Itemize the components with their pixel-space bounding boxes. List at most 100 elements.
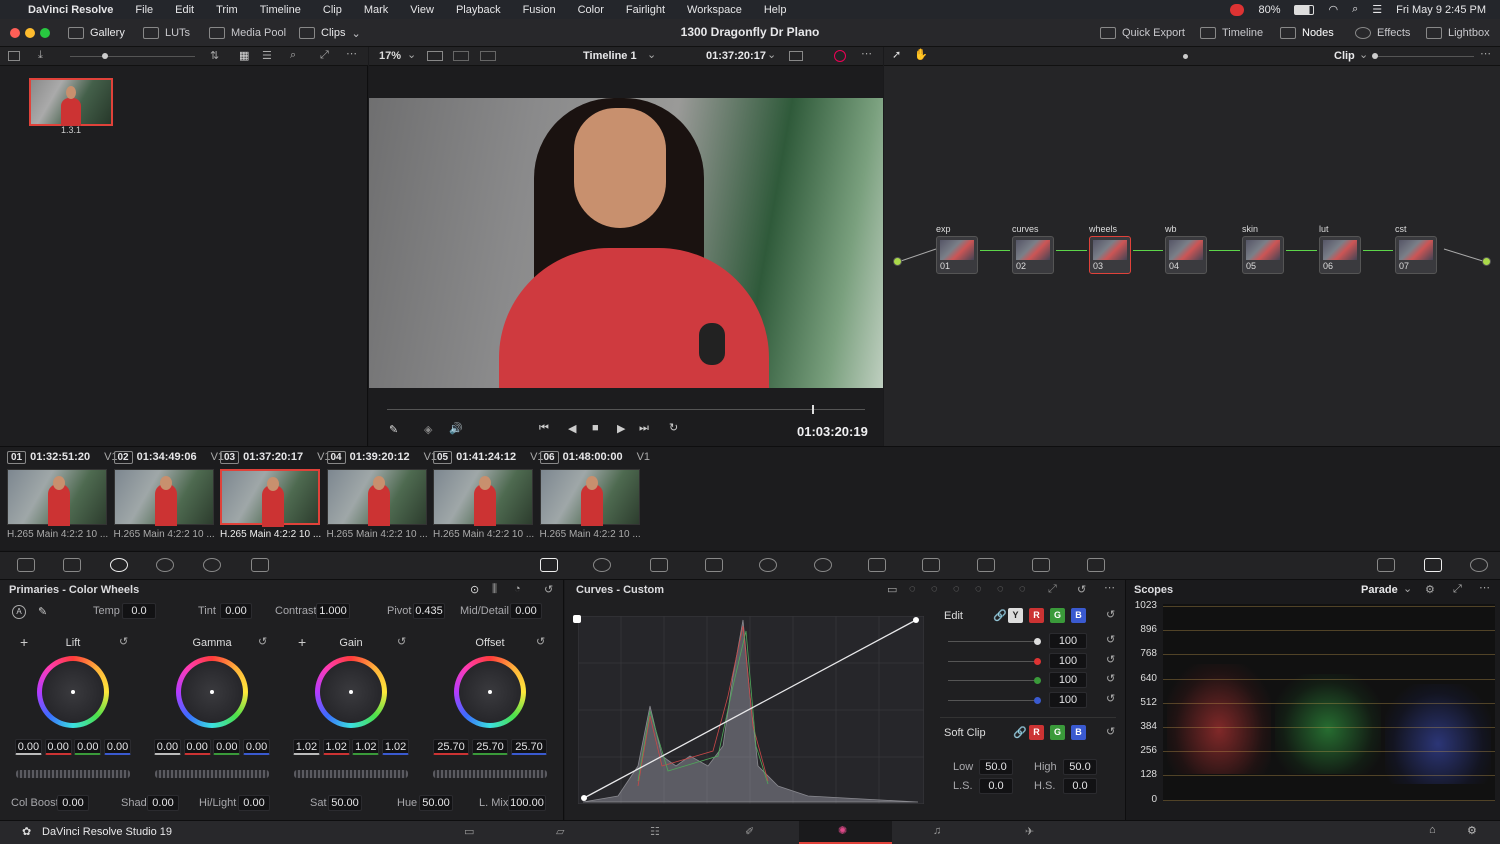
window-icon[interactable] (759, 558, 777, 572)
hue-vs-hue-icon[interactable]: ◌ (909, 583, 916, 595)
clip-thumbnail[interactable] (326, 469, 427, 526)
sizing-icon[interactable] (1032, 558, 1050, 572)
intensity-knob[interactable] (1034, 677, 1041, 684)
color-wheels-icon[interactable] (110, 558, 128, 572)
sidebar-toggle-icon[interactable] (8, 51, 20, 61)
menu-fusion[interactable]: Fusion (523, 4, 556, 16)
motion-effects-icon[interactable] (251, 558, 269, 572)
single-viewer-icon[interactable] (427, 51, 443, 61)
softclip-r-button[interactable]: R (1029, 725, 1044, 740)
fairlight-page-icon[interactable]: ♫ (933, 825, 941, 837)
play-icon[interactable]: ▶ (617, 422, 625, 435)
menu-trim[interactable]: Trim (216, 4, 238, 16)
viewer-timecode[interactable]: 01:37:20:17 (706, 50, 766, 62)
control-center-icon[interactable]: ☰ (1372, 3, 1382, 16)
b-channel-button[interactable]: B (1071, 608, 1086, 623)
color-node[interactable]: 01 (936, 236, 978, 274)
intensity-field[interactable]: 100 (1049, 691, 1087, 708)
curve-tool-icon[interactable]: ▭ (887, 583, 897, 596)
scope-settings-icon[interactable]: ⚙ (1425, 583, 1435, 596)
more-options-icon[interactable]: ⋯ (861, 47, 872, 60)
menu-color[interactable]: Color (578, 4, 604, 16)
contrast-field[interactable]: 1.000 (316, 603, 350, 619)
creative-cloud-icon[interactable] (1230, 3, 1245, 16)
master-wheel-jog[interactable] (433, 770, 547, 778)
master-wheel-jog[interactable] (155, 770, 269, 778)
menu-help[interactable]: Help (764, 4, 787, 16)
thumbnail-size-slider[interactable] (70, 56, 195, 57)
pointer-tool-icon[interactable]: ➚ (892, 48, 901, 61)
color-match-icon[interactable] (63, 558, 81, 572)
timeline-name-dropdown[interactable]: Timeline 1 (583, 50, 637, 62)
wheel-value-field[interactable]: 0.00 (183, 739, 211, 755)
y-channel-button[interactable]: Y (1008, 608, 1023, 623)
list-view-icon[interactable]: ☰ (262, 49, 272, 62)
color-wheel[interactable] (315, 656, 387, 728)
cut-page-icon[interactable]: ▱ (556, 825, 564, 838)
color-node[interactable]: 02 (1012, 236, 1054, 274)
wheel-value-field[interactable]: 0.00 (74, 739, 102, 755)
eyedropper-icon[interactable] (705, 558, 723, 572)
reset-icon[interactable]: ↺ (1106, 633, 1115, 646)
log-mode-icon[interactable]: ◔ (514, 583, 521, 595)
sat-field[interactable]: 50.00 (328, 795, 362, 811)
camera-raw-icon[interactable] (17, 558, 35, 572)
master-wheel-jog[interactable] (16, 770, 130, 778)
bars-mode-icon[interactable]: ⫼ (492, 583, 497, 596)
app-menu[interactable]: DaVinci Resolve (28, 4, 113, 16)
fusion-page-icon[interactable]: ✐ (745, 825, 754, 838)
expand-icon[interactable]: ⤢ (320, 49, 329, 62)
clip-thumbnail[interactable] (7, 469, 107, 526)
wheel-value-field[interactable]: 0.00 (213, 739, 241, 755)
reset-icon[interactable]: ↺ (1106, 672, 1115, 685)
picker-icon[interactable]: + (20, 634, 28, 650)
high-field[interactable]: 50.0 (1063, 759, 1097, 775)
intensity-track[interactable] (948, 699, 1038, 701)
stop-icon[interactable]: ■ (592, 422, 599, 434)
menu-workspace[interactable]: Workspace (687, 4, 742, 16)
menu-mark[interactable]: Mark (364, 4, 388, 16)
intensity-track[interactable] (948, 660, 1038, 662)
menubar-clock[interactable]: Fri May 9 2:45 PM (1396, 4, 1486, 16)
sat-vs-lum-icon[interactable]: ◌ (1019, 583, 1026, 595)
color-wheel[interactable] (176, 656, 248, 728)
expand-icon[interactable]: ⤢ (1453, 583, 1462, 596)
grid-view-icon[interactable]: ▦ (239, 49, 249, 62)
wheel-puck[interactable] (349, 690, 353, 694)
reset-icon[interactable]: ↺ (1077, 583, 1086, 596)
menu-clip[interactable]: Clip (323, 4, 342, 16)
intensity-field[interactable]: 100 (1049, 672, 1087, 688)
hue-field[interactable]: 50.00 (419, 795, 453, 811)
low-field[interactable]: 50.0 (979, 759, 1013, 775)
play-reverse-icon[interactable]: ◀ (568, 422, 576, 435)
import-icon[interactable]: ⤓ (38, 49, 43, 62)
link-icon[interactable]: 🔗 (993, 609, 1007, 622)
lightbox-button[interactable]: Lightbox (1426, 19, 1490, 47)
color-node[interactable]: 03 (1089, 236, 1131, 274)
curve-start-handle[interactable] (573, 615, 581, 623)
wheel-value-field[interactable]: 0.00 (243, 739, 271, 755)
wheel-value-field[interactable]: 25.70 (511, 739, 547, 755)
spotlight-icon[interactable]: ⌕ (1352, 3, 1358, 16)
timeline-button[interactable]: Timeline (1200, 19, 1263, 47)
effects-button[interactable]: Effects (1355, 19, 1410, 47)
scrub-handle[interactable] (812, 405, 815, 414)
wheel-value-field[interactable]: 25.70 (433, 739, 469, 755)
wheel-value-field[interactable]: 1.02 (292, 739, 320, 755)
menu-fairlight[interactable]: Fairlight (626, 4, 665, 16)
viewer-image[interactable] (369, 98, 883, 388)
gallery-still[interactable] (29, 78, 113, 126)
menu-playback[interactable]: Playback (456, 4, 501, 16)
white-balance-picker-icon[interactable]: ✎ (38, 605, 47, 618)
reset-icon[interactable]: ↺ (1106, 653, 1115, 666)
clip-thumbnail[interactable] (433, 469, 533, 526)
wheel-reset-icon[interactable]: ↺ (536, 635, 545, 648)
battery-icon[interactable] (1294, 4, 1315, 15)
output-dot[interactable] (1482, 257, 1491, 266)
intensity-knob[interactable] (1034, 638, 1041, 645)
clip-thumbnail[interactable] (113, 469, 214, 526)
wheel-value-field[interactable]: 1.02 (322, 739, 350, 755)
color-node[interactable]: 07 (1395, 236, 1437, 274)
scopes-icon[interactable] (1424, 558, 1442, 572)
search-icon[interactable]: ⌕ (290, 49, 296, 62)
